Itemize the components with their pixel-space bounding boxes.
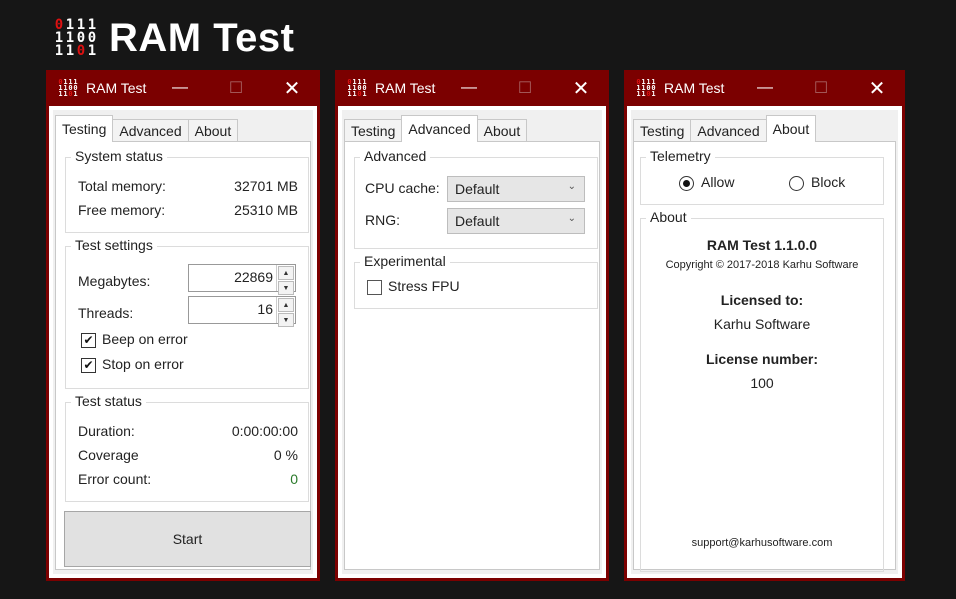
experimental-legend: Experimental [360, 253, 450, 269]
total-memory-value: 32701 MB [234, 178, 298, 194]
free-memory-value: 25310 MB [234, 202, 298, 218]
threads-value[interactable]: 16 [257, 301, 273, 317]
tab-strip: Testing Advanced About [633, 115, 817, 142]
threads-label: Threads: [78, 305, 134, 321]
test-settings-group: Test settings Megabytes: 22869 ▲ ▼ Threa… [65, 237, 309, 389]
threads-stepper[interactable]: 16 ▲ ▼ [188, 296, 296, 327]
support-email-link[interactable]: support@karhusoftware.com [641, 537, 883, 549]
about-legend: About [646, 209, 691, 225]
advanced-legend: Advanced [360, 148, 431, 164]
rng-dropdown[interactable]: Default ⌄ [447, 208, 585, 234]
stop-on-error-checkbox[interactable]: ✔ [81, 358, 96, 373]
test-status-legend: Test status [71, 393, 146, 409]
about-group: About RAM Test 1.1.0.0 Copyright © 2017-… [640, 209, 884, 572]
cpu-cache-label: CPU cache: [365, 180, 440, 196]
maximize-button[interactable]: ☐ [208, 70, 264, 106]
tab-panel-testing: System status Total memory: 32701 MB Fre… [55, 141, 311, 570]
telemetry-legend: Telemetry [646, 148, 715, 164]
tab-advanced[interactable]: Advanced [112, 119, 189, 142]
close-button[interactable]: ✕ [849, 70, 905, 106]
window-testing: 0111 1100 1101 RAM Test — ☐ ✕ Testing Ad… [46, 70, 320, 581]
decrement-icon[interactable]: ▼ [278, 313, 294, 327]
chevron-down-icon[interactable]: ⌄ [568, 181, 576, 192]
increment-icon[interactable]: ▲ [278, 266, 294, 280]
window-about: 0111 1100 1101 RAM Test — ☐ ✕ Testing Ad… [624, 70, 905, 581]
app-icon: 0111 1100 1101 [58, 78, 78, 98]
title-bar[interactable]: 0111 1100 1101 RAM Test — ☐ ✕ [335, 70, 609, 106]
hero-title: RAM Test [109, 15, 295, 60]
system-status-legend: System status [71, 148, 167, 164]
app-header: 0 1 1 1 1 1 0 0 1 1 0 1 RAM Test [54, 14, 294, 62]
license-number-label: License number: [705, 351, 819, 367]
minimize-button[interactable]: — [737, 70, 793, 106]
coverage-value: 0 % [273, 447, 298, 463]
megabytes-stepper[interactable]: 22869 ▲ ▼ [188, 264, 296, 295]
tab-about[interactable]: About [765, 115, 817, 142]
duration-label: Duration: [78, 423, 135, 439]
coverage-label: Coverage [78, 447, 139, 463]
tab-testing[interactable]: Testing [344, 119, 403, 142]
stress-fpu-checkbox[interactable] [367, 280, 382, 295]
maximize-button[interactable]: ☐ [793, 70, 849, 106]
block-label[interactable]: Block [811, 174, 845, 190]
minimize-button[interactable]: — [441, 70, 497, 106]
window-title: RAM Test [86, 80, 147, 96]
tab-strip: Testing Advanced About [55, 115, 239, 142]
window-title: RAM Test [375, 80, 436, 96]
tab-strip: Testing Advanced About [344, 115, 528, 142]
license-number-value: 100 [750, 375, 774, 391]
rng-label: RNG: [365, 212, 400, 228]
decrement-icon[interactable]: ▼ [278, 281, 294, 295]
stop-on-error-label[interactable]: Stop on error [102, 356, 184, 372]
advanced-group: Advanced CPU cache: Default ⌄ RNG: Defau… [354, 148, 598, 249]
close-button[interactable]: ✕ [264, 70, 320, 106]
tab-about[interactable]: About [476, 119, 528, 142]
allow-label[interactable]: Allow [701, 174, 734, 190]
tab-panel-advanced: Advanced CPU cache: Default ⌄ RNG: Defau… [344, 141, 600, 570]
total-memory-label: Total memory: [78, 178, 166, 194]
stress-fpu-label[interactable]: Stress FPU [388, 278, 460, 294]
copyright-text: Copyright © 2017-2018 Karhu Software [665, 259, 859, 271]
tab-testing[interactable]: Testing [55, 115, 114, 142]
tab-testing[interactable]: Testing [633, 119, 692, 142]
product-version: RAM Test 1.1.0.0 [706, 237, 818, 253]
beep-on-error-label[interactable]: Beep on error [102, 331, 188, 347]
title-bar[interactable]: 0111 1100 1101 RAM Test — ☐ ✕ [624, 70, 905, 106]
app-icon: 0111 1100 1101 [636, 78, 656, 98]
cpu-cache-value[interactable]: Default [455, 181, 499, 197]
tab-about[interactable]: About [187, 119, 239, 142]
allow-radio[interactable] [679, 176, 694, 191]
app-icon: 0111 1100 1101 [347, 78, 367, 98]
experimental-group: Experimental Stress FPU [354, 253, 598, 309]
tab-advanced[interactable]: Advanced [401, 115, 478, 142]
increment-icon[interactable]: ▲ [278, 298, 294, 312]
duration-value: 0:00:00:00 [231, 423, 298, 439]
cpu-cache-dropdown[interactable]: Default ⌄ [447, 176, 585, 202]
minimize-button[interactable]: — [152, 70, 208, 106]
rng-value[interactable]: Default [455, 213, 499, 229]
error-count-label: Error count: [78, 471, 152, 487]
title-bar[interactable]: 0111 1100 1101 RAM Test — ☐ ✕ [46, 70, 320, 106]
maximize-button[interactable]: ☐ [497, 70, 553, 106]
telemetry-group: Telemetry Allow Block [640, 148, 884, 205]
window-title: RAM Test [664, 80, 725, 96]
megabytes-label: Megabytes: [78, 273, 151, 289]
tab-panel-about: Telemetry Allow Block About RAM Test 1.1… [633, 141, 896, 572]
megabytes-value[interactable]: 22869 [234, 269, 273, 285]
close-button[interactable]: ✕ [553, 70, 609, 106]
beep-on-error-checkbox[interactable]: ✔ [81, 333, 96, 348]
start-button[interactable]: Start [64, 511, 311, 567]
tab-advanced[interactable]: Advanced [690, 119, 767, 142]
test-settings-legend: Test settings [71, 237, 157, 253]
block-radio[interactable] [789, 176, 804, 191]
binary-logo-icon: 0 1 1 1 1 1 0 0 1 1 0 1 [54, 16, 97, 59]
chevron-down-icon[interactable]: ⌄ [568, 213, 576, 224]
test-status-group: Test status Duration: 0:00:00:00 Coverag… [65, 393, 309, 502]
error-count-value: 0 [290, 471, 298, 487]
free-memory-label: Free memory: [78, 202, 166, 218]
system-status-group: System status Total memory: 32701 MB Fre… [65, 148, 309, 233]
window-advanced: 0111 1100 1101 RAM Test — ☐ ✕ Testing Ad… [335, 70, 609, 581]
licensed-to-value: Karhu Software [713, 316, 811, 332]
licensed-to-label: Licensed to: [720, 292, 804, 308]
